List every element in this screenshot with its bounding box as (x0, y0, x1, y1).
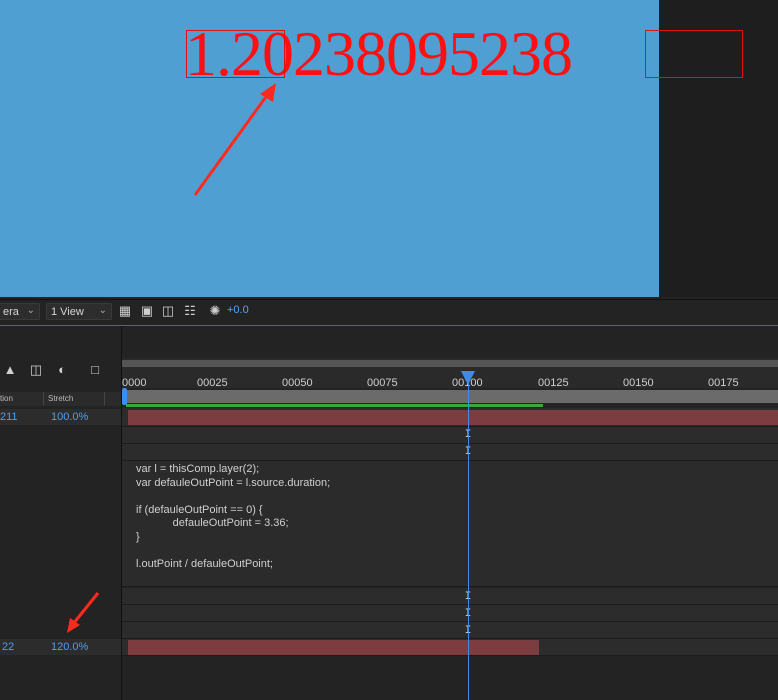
property-track-row (122, 427, 778, 444)
layer-row[interactable]: 22 120.0% (0, 639, 121, 655)
network-icon[interactable]: ☷ (182, 303, 198, 319)
flowchart-icon[interactable]: ◫ (160, 303, 176, 319)
column-divider (104, 392, 105, 406)
layer-duration-bar[interactable] (128, 410, 778, 425)
column-divider (43, 392, 44, 406)
current-time-indicator-head[interactable] (461, 371, 475, 385)
annotation-arrow-icon (67, 592, 100, 633)
exposure-value[interactable]: +0.0 (227, 304, 249, 316)
expression-code[interactable]: var l = thisComp.layer(2); var defauleOu… (136, 463, 330, 571)
property-track-row (122, 605, 778, 622)
ruler-tick-label: 00075 (367, 377, 398, 389)
camera-dropdown[interactable]: era ⌄ (0, 303, 40, 320)
layer-solo-icon[interactable]: ▲ (3, 363, 17, 377)
layer-row[interactable]: 211 100.0% (0, 409, 121, 425)
ruler-tick-label: 00050 (282, 377, 313, 389)
ruler-ticks: 0000 00025 00050 00075 00100 00125 00150… (122, 367, 778, 389)
current-time-indicator-line[interactable] (468, 372, 469, 700)
text-layer-bounding-box (645, 30, 743, 78)
property-track-row (122, 588, 778, 605)
stretch-value[interactable]: 120.0% (51, 639, 88, 655)
column-header-stretch[interactable]: Stretch (48, 394, 73, 403)
view-layout-label: 1 View (51, 306, 84, 318)
stretch-value[interactable]: 100.0% (51, 409, 88, 425)
snapshot-icon[interactable]: ▣ (139, 303, 155, 319)
chevron-down-icon: ⌄ (98, 305, 107, 316)
ruler-tick-label: 00125 (538, 377, 569, 389)
chevron-down-icon: ⌄ (26, 305, 35, 316)
comp-icon[interactable]: ◫ (29, 363, 43, 377)
region-of-interest-icon[interactable]: ▦ (117, 303, 133, 319)
layer-track-row[interactable] (122, 408, 778, 427)
duration-value[interactable]: 22 (2, 639, 14, 655)
layer-track-row[interactable] (122, 639, 778, 656)
viewer-toolbar: era ⌄ 1 View ⌄ ▦ ▣ ◫ ☷ ✺ +0.0 (0, 299, 778, 324)
duration-value[interactable]: 211 (0, 409, 18, 425)
annotation-arrow-icon (193, 83, 276, 196)
work-area-start-handle[interactable] (122, 388, 127, 405)
work-area-bar[interactable] (126, 390, 778, 403)
expression-editor[interactable]: var l = thisComp.layer(2); var defauleOu… (122, 461, 778, 587)
annotation-highlight-box (186, 30, 285, 78)
column-headers: tion Stretch (0, 392, 121, 406)
column-header-duration[interactable]: tion (0, 394, 13, 403)
view-layout-dropdown[interactable]: 1 View ⌄ (46, 303, 112, 320)
exposure-reset-icon[interactable]: ✺ (207, 303, 223, 319)
ruler-tick-label: 00175 (708, 377, 739, 389)
camera-dropdown-label: era (3, 306, 19, 318)
property-track-row (122, 444, 778, 461)
ruler-tick-label: 00150 (623, 377, 654, 389)
layer-duration-bar[interactable] (128, 640, 539, 655)
ruler-tick-label: 00025 (197, 377, 228, 389)
composition-viewer: 1.20238095238 (0, 0, 778, 297)
graph-editor-icon[interactable]: □ (88, 363, 102, 377)
time-navigator-bar[interactable] (122, 360, 778, 367)
render-cache-indicator (126, 404, 543, 407)
composition-canvas[interactable]: 1.20238095238 (0, 0, 659, 297)
motion-blur-icon[interactable]: ◐ (55, 363, 69, 377)
property-track-row (122, 622, 778, 639)
